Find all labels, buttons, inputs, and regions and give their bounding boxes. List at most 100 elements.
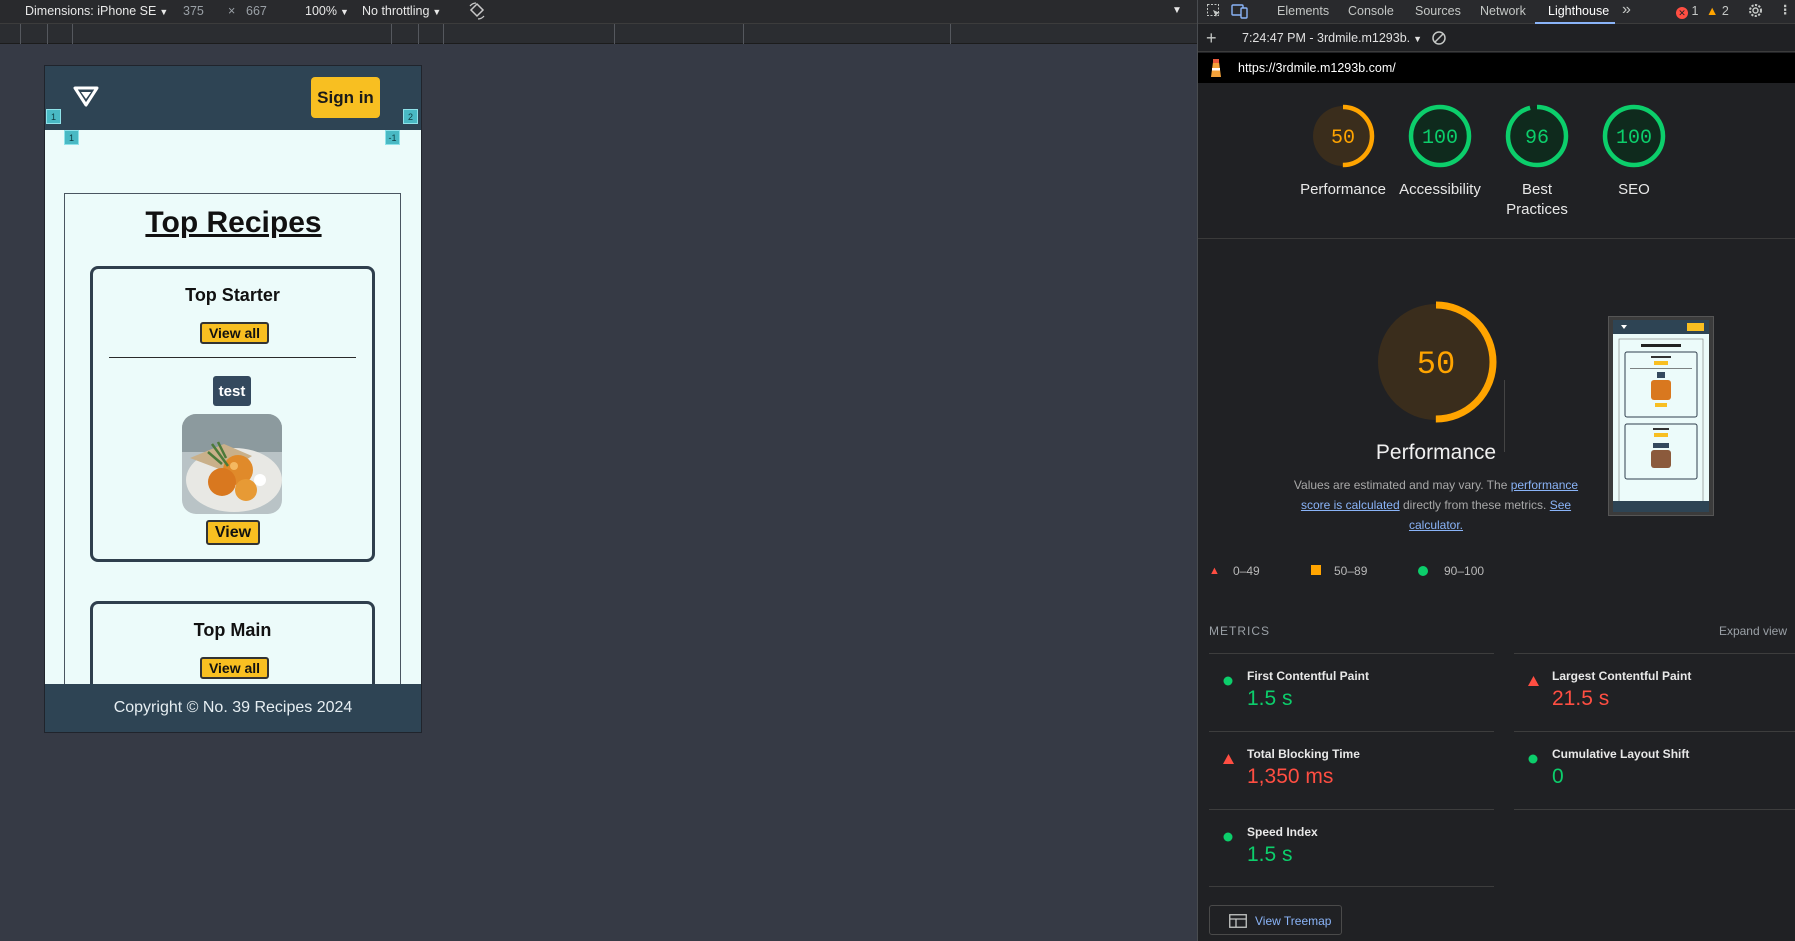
sign-in-button[interactable]: Sign in — [311, 77, 380, 118]
legend-pass-range: 90–100 — [1444, 564, 1485, 578]
score-label: Performance — [1300, 181, 1386, 198]
gauge-ring: 100 — [1602, 104, 1666, 168]
final-screenshot-thumbnail[interactable] — [1608, 316, 1714, 516]
error-count: 1 — [1691, 4, 1699, 18]
view-treemap-button[interactable]: View Treemap — [1209, 905, 1342, 935]
lighthouse-toolbar: + 7:24:47 PM - 3rdmile.m1293b. ▼ — [1198, 25, 1795, 52]
metric-name: Cumulative Layout Shift — [1552, 747, 1690, 761]
metric-speed-index: Speed Index 1.5 s — [1209, 809, 1494, 887]
pass-circle-icon — [1223, 673, 1233, 691]
height-input[interactable]: 667 — [246, 4, 267, 18]
metric-value: 1.5 s — [1247, 687, 1293, 710]
phone-viewport: Sign in 1 2 1 -1 Top Recipes Top Starter… — [45, 66, 421, 732]
recipe-category-card: Top Starter View all test View — [90, 266, 375, 562]
score-gauge-accessibility[interactable]: 100 Accessibility — [1395, 102, 1485, 200]
warning-counter[interactable]: ▲ 2 — [1706, 4, 1729, 18]
grid-badge: -1 — [385, 130, 400, 145]
performance-heading: Performance — [1375, 441, 1497, 464]
tab-sources[interactable]: Sources — [1415, 4, 1461, 18]
metric-total-blocking-time: Total Blocking Time 1,350 ms — [1209, 731, 1494, 809]
page-title: Top Recipes — [145, 206, 322, 239]
report-selector[interactable]: 7:24:47 PM - 3rdmile.m1293b. ▼ — [1242, 31, 1422, 45]
card-divider — [109, 357, 356, 358]
grid-badge: 2 — [403, 109, 418, 124]
more-options-caret-icon[interactable]: ▼ — [1172, 5, 1182, 16]
tab-console[interactable]: Console — [1348, 4, 1394, 18]
view-all-button[interactable]: View all — [200, 657, 269, 679]
tab-network[interactable]: Network — [1480, 4, 1526, 18]
new-report-plus-icon[interactable]: + — [1206, 28, 1217, 49]
tab-elements[interactable]: Elements — [1277, 4, 1329, 18]
site-footer: Copyright © No. 39 Recipes 2024 — [45, 684, 421, 732]
metric-name: Speed Index — [1247, 825, 1318, 839]
metric-name: Largest Contentful Paint — [1552, 669, 1692, 683]
tab-lighthouse[interactable]: Lighthouse — [1548, 4, 1609, 18]
metric-name: First Contentful Paint — [1247, 669, 1369, 683]
more-tabs-icon[interactable]: » — [1622, 1, 1631, 19]
score-value: 96 — [1525, 127, 1549, 150]
score-value: 100 — [1422, 127, 1458, 150]
devtools-tabbar: Elements Console Sources Network Lightho… — [1198, 0, 1795, 24]
warning-icon: ▲ — [1706, 4, 1719, 18]
score-label: Best Practices — [1506, 181, 1568, 218]
metric-cumulative-layout-shift: Cumulative Layout Shift 0 — [1514, 731, 1795, 809]
settings-gear-icon[interactable] — [1747, 2, 1764, 22]
score-gauge-performance[interactable]: 50 Performance — [1298, 102, 1388, 200]
zoom-select[interactable]: 100% ▼ — [305, 4, 349, 18]
rotate-icon[interactable] — [468, 2, 486, 23]
device-toggle-icon[interactable] — [1231, 3, 1249, 22]
score-gauge-best-practices[interactable]: 96 Best Practices — [1492, 102, 1582, 220]
dropdown-caret-icon: ▼ — [1413, 34, 1423, 44]
view-all-button[interactable]: View all — [200, 322, 269, 344]
big-score-value: 50 — [1417, 346, 1455, 383]
pass-circle-icon — [1223, 829, 1233, 847]
vertical-divider — [1504, 380, 1505, 452]
view-treemap-label: View Treemap — [1255, 914, 1332, 928]
dropdown-caret-icon: ▼ — [432, 7, 442, 17]
inspect-element-icon[interactable] — [1206, 3, 1222, 22]
recipes-container: Top Recipes Top Starter View all test Vi… — [64, 193, 401, 732]
error-counter[interactable]: ✕ 1 — [1676, 4, 1698, 19]
section-divider — [1198, 238, 1795, 239]
score-gauge-seo[interactable]: 100 SEO — [1589, 102, 1679, 200]
expand-view-toggle[interactable]: Expand view — [1719, 624, 1787, 638]
report-selector-label: 7:24:47 PM - 3rdmile.m1293b. — [1242, 31, 1411, 45]
score-value: 50 — [1331, 127, 1355, 150]
device-dimensions-select[interactable]: Dimensions: iPhone SE ▼ — [25, 4, 168, 18]
fail-triangle-icon — [1223, 751, 1234, 769]
error-icon: ✕ — [1676, 7, 1688, 19]
lighthouse-logo-icon — [1208, 58, 1224, 81]
logo-icon[interactable] — [73, 85, 99, 112]
throttling-select[interactable]: No throttling ▼ — [362, 4, 441, 18]
width-input[interactable]: 375 — [183, 4, 204, 18]
recipe-image[interactable] — [182, 414, 282, 514]
clear-reports-icon[interactable] — [1431, 30, 1447, 49]
gauge-ring: 96 — [1505, 104, 1569, 168]
kebab-menu-icon[interactable]: ⋮ — [1779, 2, 1792, 17]
audited-url[interactable]: https://3rdmile.m1293b.com/ — [1238, 61, 1396, 75]
warning-count: 2 — [1721, 4, 1729, 18]
desc-text: directly from these metrics. — [1399, 498, 1550, 512]
view-recipe-button[interactable]: View — [206, 520, 260, 545]
grid-badge: 1 — [46, 109, 61, 124]
dropdown-caret-icon: ▼ — [159, 7, 169, 17]
performance-detail: 50 Performance Values are estimated and … — [1286, 300, 1586, 535]
throttling-label: No throttling — [362, 4, 430, 18]
metric-value: 0 — [1552, 765, 1564, 788]
device-toolbar: Dimensions: iPhone SE ▼ 375 × 667 100% ▼ N… — [0, 0, 1197, 24]
active-tab-indicator — [1535, 22, 1615, 24]
score-value: 100 — [1616, 127, 1652, 150]
metric-largest-contentful-paint: Largest Contentful Paint 21.5 s — [1514, 653, 1795, 731]
score-label: Accessibility — [1399, 181, 1481, 198]
desc-text: Values are estimated and may vary. The — [1293, 478, 1511, 492]
fail-triangle-icon — [1528, 673, 1539, 691]
device-emulation-area: Dimensions: iPhone SE ▼ 375 × 667 100% ▼ N… — [0, 0, 1197, 941]
screenshot-preview-image — [1613, 320, 1709, 512]
grid-badge: 1 — [64, 130, 79, 145]
device-dimensions-label: Dimensions: iPhone SE — [25, 4, 157, 18]
fail-triangle-icon: ▲ — [1209, 565, 1220, 577]
gauge-ring: 50 — [1311, 104, 1375, 168]
metric-value: 21.5 s — [1552, 687, 1610, 710]
times-sign: × — [228, 4, 236, 18]
card-title: Top Starter — [185, 285, 280, 305]
